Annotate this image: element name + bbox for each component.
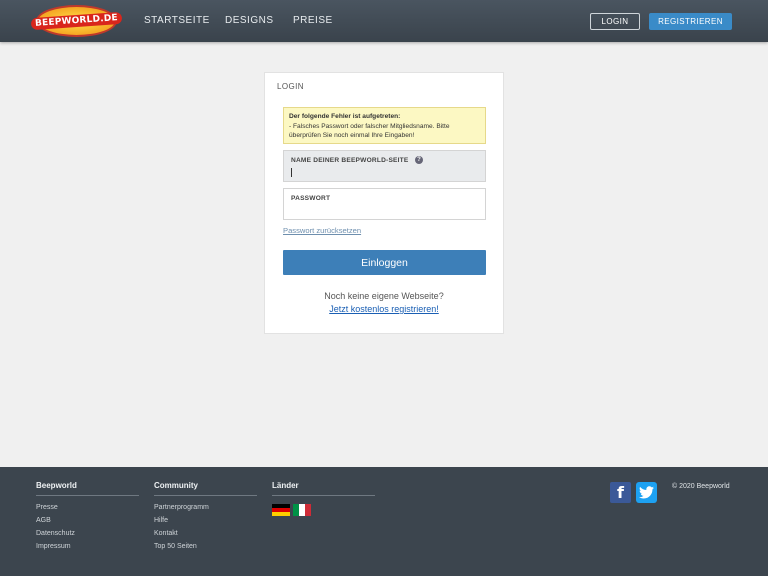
footer-divider [154,495,257,496]
footer-link-kontakt[interactable]: Kontakt [154,530,257,537]
beepworld-logo[interactable]: BEEPWORLD.DE [30,5,123,37]
footer-link-partnerprogramm[interactable]: Partnerprogramm [154,504,257,511]
error-message: Der folgende Fehler ist aufgetreten: - F… [283,107,486,144]
footer-title-beepworld: Beepworld [36,481,77,490]
submit-login-button[interactable]: Einloggen [283,250,486,275]
footer-link-agb[interactable]: AGB [36,517,139,524]
no-site-text: Noch keine eigene Webseite? [324,291,444,301]
footer-link-presse[interactable]: Presse [36,504,139,511]
password-field[interactable]: PASSWORT [283,188,486,220]
reset-password-link[interactable]: Passwort zurücksetzen [283,226,361,235]
footer-link-hilfe[interactable]: Hilfe [154,517,257,524]
help-icon[interactable]: ? [415,156,423,164]
register-button[interactable]: REGISTRIEREN [649,13,732,30]
error-text: - Falsches Passwort oder falscher Mitgli… [289,122,450,140]
footer-link-impressum[interactable]: Impressum [36,543,139,550]
footer-title-community: Community [154,481,198,490]
footer: Beepworld Presse AGB Datenschutz Impress… [0,467,768,576]
nav-startseite[interactable]: STARTSEITE [144,15,210,26]
twitter-bird-icon [639,486,654,499]
logo-text: BEEPWORLD.DE [30,11,123,31]
password-label: PASSWORT [291,195,331,202]
login-card: LOGIN Der folgende Fehler ist aufgetrete… [264,72,504,334]
germany-flag-icon[interactable] [272,504,290,516]
twitter-icon[interactable] [636,482,657,503]
facebook-icon[interactable]: f [610,482,631,503]
italy-flag-icon[interactable] [293,504,311,516]
footer-divider [272,495,375,496]
footer-title-countries: Länder [272,481,299,490]
footer-divider [36,495,139,496]
nav-preise[interactable]: PREISE [293,15,333,26]
error-heading: Der folgende Fehler ist aufgetreten: [289,113,401,120]
footer-link-top50[interactable]: Top 50 Seiten [154,543,257,550]
footer-link-datenschutz[interactable]: Datenschutz [36,530,139,537]
site-name-field[interactable]: NAME DEINER BEEPWORLD-SEITE ? [283,150,486,182]
login-title: LOGIN [277,82,304,91]
nav-designs[interactable]: DESIGNS [225,15,274,26]
login-button[interactable]: LOGIN [590,13,640,30]
text-caret [291,168,292,177]
footer-col-beepworld: Beepworld Presse AGB Datenschutz Impress… [36,481,139,556]
register-free-link[interactable]: Jetzt kostenlos registrieren! [265,304,503,314]
top-navbar: BEEPWORLD.DE STARTSEITE DESIGNS PREISE L… [0,0,768,42]
footer-col-community: Community Partnerprogramm Hilfe Kontakt … [154,481,257,556]
site-name-label: NAME DEINER BEEPWORLD-SEITE [291,157,409,164]
copyright-text: © 2020 Beepworld [672,483,730,490]
footer-col-countries: Länder [272,481,375,522]
